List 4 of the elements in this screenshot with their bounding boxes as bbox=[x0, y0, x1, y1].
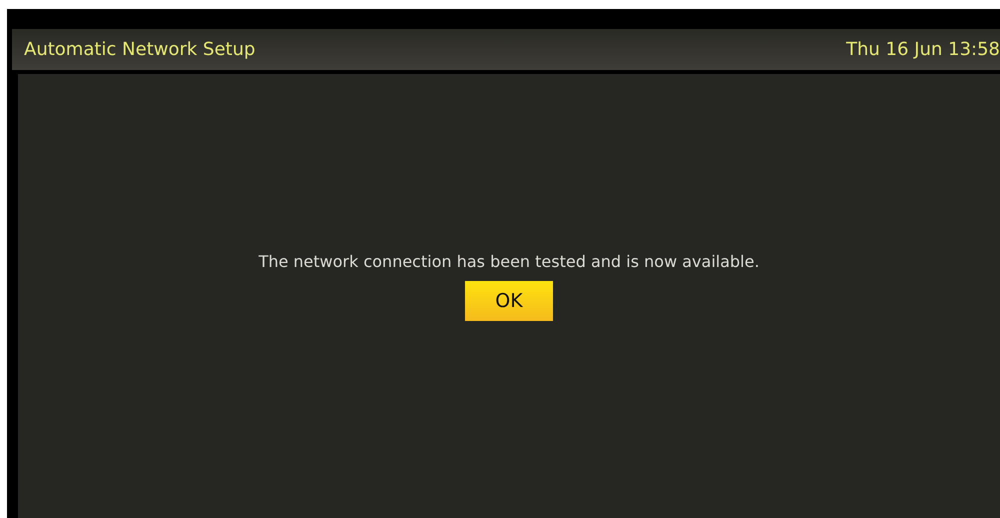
ok-button[interactable]: OK bbox=[465, 281, 553, 321]
date-time: Thu 16 Jun 13:58 bbox=[846, 39, 1000, 60]
status-message: The network connection has been tested and is now available. bbox=[258, 252, 760, 271]
screen-title: Automatic Network Setup bbox=[24, 39, 256, 60]
